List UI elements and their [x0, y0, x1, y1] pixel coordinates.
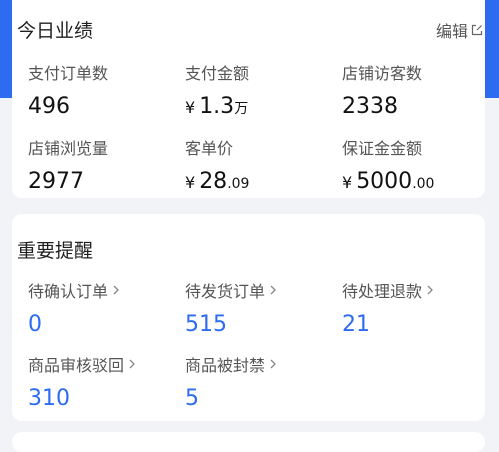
alert-review-rejected[interactable]: 商品审核驳回 310 — [28, 352, 136, 412]
metric-avg-order-value: 客单价 ¥28.09 — [185, 135, 249, 197]
alert-label: 待处理退款 — [342, 282, 423, 301]
alert-pending-shipment[interactable]: 待发货订单 515 — [185, 278, 277, 338]
metric-value: ¥28.09 — [185, 169, 250, 194]
chevron-right-icon — [270, 285, 276, 295]
metric-paid-amount: 支付金额 ¥1.3万 — [185, 60, 249, 122]
edit-label: 编辑 — [435, 22, 468, 41]
edit-square-icon — [471, 24, 483, 36]
chevron-right-icon — [113, 285, 119, 295]
chevron-right-icon — [427, 285, 433, 295]
metric-label: 客单价 — [185, 139, 234, 158]
chevron-right-icon — [129, 359, 135, 369]
alert-pending-confirm[interactable]: 待确认订单 0 — [28, 278, 120, 338]
alert-label: 商品被封禁 — [185, 356, 266, 375]
alert-pending-refund[interactable]: 待处理退款 21 — [342, 278, 434, 338]
metric-value: ¥5000.00 — [342, 169, 435, 194]
today-title: 今日业绩 — [17, 20, 94, 42]
edit-button[interactable]: 编辑 — [436, 18, 483, 42]
alert-count: 5 — [185, 386, 199, 411]
metric-paid-orders: 支付订单数 496 — [28, 60, 108, 120]
metric-store-pageviews: 店铺浏览量 2977 — [28, 135, 108, 195]
metric-label: 保证金金额 — [342, 139, 423, 158]
metric-value: 2977 — [28, 169, 84, 194]
next-card — [12, 432, 485, 452]
metric-label: 支付订单数 — [28, 64, 109, 83]
alert-count: 310 — [28, 386, 70, 411]
alerts-title: 重要提醒 — [17, 240, 94, 262]
metric-label: 店铺浏览量 — [28, 139, 109, 158]
alert-label: 商品审核驳回 — [28, 356, 125, 375]
metric-value: ¥1.3万 — [185, 94, 249, 119]
metric-store-visitors: 店铺访客数 2338 — [342, 60, 422, 120]
metric-label: 店铺访客数 — [342, 64, 423, 83]
alert-count: 0 — [28, 312, 42, 337]
metric-value: 496 — [28, 94, 70, 119]
metric-value: 2338 — [342, 94, 398, 119]
metric-deposit-amount: 保证金金额 ¥5000.00 — [342, 135, 434, 197]
alert-label: 待发货订单 — [185, 282, 266, 301]
chevron-right-icon — [270, 359, 276, 369]
alert-label: 待确认订单 — [28, 282, 109, 301]
metric-label: 支付金额 — [185, 64, 250, 83]
alert-count: 21 — [342, 312, 370, 337]
alert-product-banned[interactable]: 商品被封禁 5 — [185, 352, 277, 412]
alert-count: 515 — [185, 312, 227, 337]
